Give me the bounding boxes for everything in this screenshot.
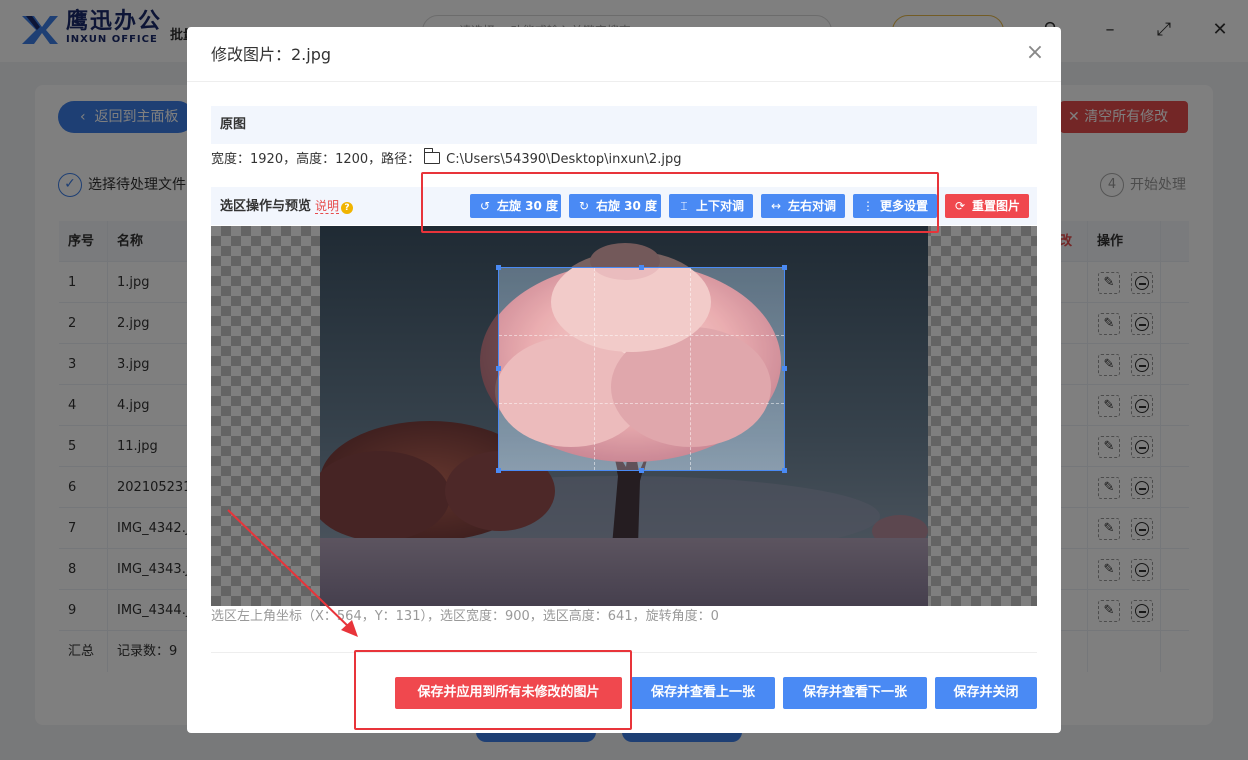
selection-section-title: 选区操作与预览 bbox=[220, 199, 312, 214]
reset-icon: ⟳ bbox=[954, 199, 966, 213]
preview-canvas[interactable] bbox=[211, 226, 1037, 606]
help-link[interactable]: 说明 bbox=[315, 199, 340, 214]
annotation-highlight bbox=[354, 650, 632, 730]
selection-info: 选区左上角坐标（X：564，Y：131），选区宽度：900，选区高度：641，旋… bbox=[211, 609, 719, 624]
save-prev-button[interactable]: 保存并查看上一张 bbox=[631, 677, 775, 709]
original-section-header: 原图 bbox=[211, 106, 1037, 144]
resize-handle[interactable] bbox=[782, 468, 787, 473]
resize-handle[interactable] bbox=[496, 265, 501, 270]
resize-handle[interactable] bbox=[782, 366, 787, 371]
resize-handle[interactable] bbox=[782, 265, 787, 270]
edit-image-dialog: 修改图片：2.jpg × 原图 宽度：1920，高度：1200，路径： C:\Us… bbox=[187, 27, 1061, 733]
divider bbox=[187, 81, 1061, 82]
question-icon[interactable]: ? bbox=[341, 202, 354, 214]
reset-image-label: 重置图片 bbox=[972, 199, 1021, 213]
close-icon[interactable]: × bbox=[1025, 41, 1045, 65]
reset-image-button[interactable]: ⟳ 重置图片 bbox=[945, 194, 1029, 218]
annotation-highlight bbox=[421, 172, 939, 233]
save-close-button[interactable]: 保存并关闭 bbox=[935, 677, 1037, 709]
folder-icon bbox=[423, 148, 441, 164]
grid-line bbox=[594, 268, 595, 470]
image-path: C:\Users\54390\Desktop\inxun\2.jpg bbox=[446, 152, 682, 167]
grid-line bbox=[690, 268, 691, 470]
save-next-button[interactable]: 保存并查看下一张 bbox=[783, 677, 927, 709]
resize-handle[interactable] bbox=[496, 366, 501, 371]
resize-handle[interactable] bbox=[496, 468, 501, 473]
dialog-title: 修改图片：2.jpg bbox=[211, 45, 332, 64]
resize-handle[interactable] bbox=[639, 265, 644, 270]
grid-line bbox=[499, 335, 784, 336]
resize-handle[interactable] bbox=[639, 468, 644, 473]
grid-line bbox=[499, 403, 784, 404]
crop-selection[interactable] bbox=[498, 267, 785, 471]
selection-preview bbox=[499, 268, 784, 470]
image-dimensions: 宽度：1920，高度：1200，路径： bbox=[211, 152, 421, 167]
image-info: 宽度：1920，高度：1200，路径： C:\Users\54390\Deskto… bbox=[211, 148, 682, 169]
